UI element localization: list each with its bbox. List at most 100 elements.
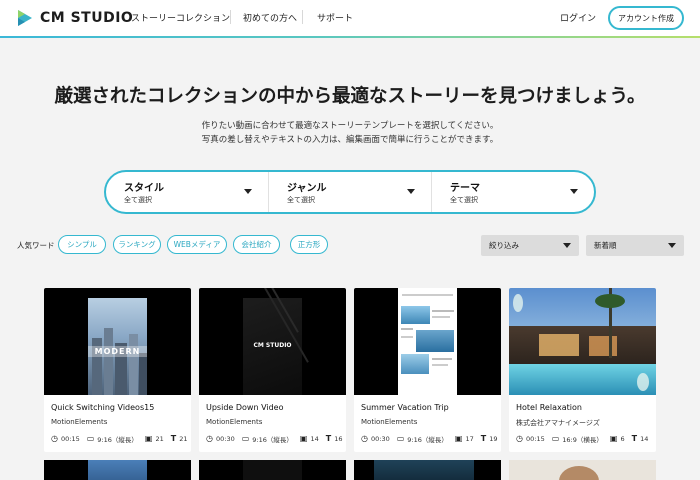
story-card-partial[interactable] — [44, 460, 191, 480]
thumb-caption: MODERN — [88, 346, 147, 357]
story-author: 株式会社アマナイメージズ — [516, 419, 600, 427]
login-link[interactable]: ログイン — [560, 11, 596, 24]
create-account-button[interactable]: アカウント作成 — [608, 6, 684, 30]
story-card-partial[interactable] — [354, 460, 501, 480]
text-icon: T — [325, 434, 332, 443]
refine-dropdown-label: 絞り込み — [489, 241, 519, 250]
text-icon: T — [170, 434, 177, 443]
story-author: MotionElements — [51, 418, 108, 426]
aspect-ratio-icon: ▭ — [241, 434, 250, 443]
hotel-window-glow — [539, 334, 579, 356]
caret-down-icon — [563, 243, 571, 248]
text-count: 21 — [179, 435, 188, 443]
tag-chip-ranking[interactable]: ランキング — [113, 235, 161, 254]
story-title[interactable]: Upside Down Video — [206, 403, 284, 412]
hero-subtitle-line: 作りたい動画に合わせて最適なストーリーテンプレートを選択してください。 — [201, 121, 499, 131]
clock-icon: ◷ — [51, 434, 58, 443]
story-card[interactable]: Hotel Relaxation 株式会社アマナイメージズ ◷ 00:15 ▭ 16… — [509, 288, 656, 452]
ratio-value: 16:9（横長） — [562, 436, 603, 444]
pool-water — [509, 364, 656, 395]
image-icon: ▣ — [454, 434, 463, 443]
caret-down-icon — [407, 189, 415, 194]
dark-video-frame: CM STUDIO — [243, 288, 309, 395]
story-meta: ◷ 00:15 ▭ 16:9（横長） ▣ 6 T 14 — [516, 433, 648, 445]
story-card[interactable]: Summer Vacation Trip MotionElements ◷ 00:… — [354, 288, 501, 452]
story-title[interactable]: Summer Vacation Trip — [361, 403, 449, 412]
genre-select-value: 全て選択 — [287, 196, 315, 204]
story-thumbnail[interactable]: MODERN — [44, 288, 191, 395]
tag-chip-square[interactable]: 正方形 — [290, 235, 328, 254]
clock-icon: ◷ — [361, 434, 368, 443]
story-card[interactable]: MODERN Quick Switching Videos15 MotionEl… — [44, 288, 191, 452]
story-meta: ◷ 00:15 ▭ 9:16（縦長） ▣ 21 T 21 — [51, 433, 187, 445]
clock-icon: ◷ — [206, 434, 213, 443]
thumb-caption: CM STUDIO — [253, 342, 292, 349]
image-icon: ▣ — [609, 434, 618, 443]
ratio-value: 9:16（縦長） — [252, 436, 293, 444]
nav-first-time[interactable]: 初めての方へ — [243, 11, 297, 24]
hero-subtitle-line: 写真の差し替えやテキストの入力は、編集画面で簡単に行うことができます。 — [201, 135, 499, 145]
text-icon: T — [480, 434, 487, 443]
hotel-building — [509, 326, 656, 366]
story-thumbnail[interactable] — [354, 288, 501, 395]
style-select-label: スタイル — [124, 183, 164, 194]
site-header: CM STUDIO ストーリーコレクション 初めての方へ サポート ログイン ア… — [0, 0, 700, 36]
text-count: 14 — [640, 435, 649, 443]
story-author: MotionElements — [361, 418, 418, 426]
story-author: MotionElements — [206, 418, 263, 426]
logo[interactable]: CM STUDIO — [16, 8, 133, 28]
image-icon: ▣ — [144, 434, 153, 443]
logo-mark-icon — [18, 10, 32, 26]
duration-value: 00:30 — [215, 435, 235, 443]
story-meta: ◷ 00:30 ▭ 9:16（縦長） ▣ 17 T 19 — [361, 433, 497, 445]
story-card[interactable]: CM STUDIO Upside Down Video MotionElemen… — [199, 288, 346, 452]
sort-dropdown-label: 新着順 — [594, 241, 617, 250]
story-card-partial[interactable] — [509, 460, 656, 480]
sort-dropdown[interactable]: 新着順 — [586, 235, 684, 256]
clock-icon: ◷ — [516, 434, 523, 443]
caret-down-icon — [244, 189, 252, 194]
duration-value: 00:15 — [60, 435, 80, 443]
image-count: 14 — [310, 435, 319, 443]
caret-down-icon — [668, 243, 676, 248]
text-icon: T — [631, 434, 638, 443]
tag-chip-simple[interactable]: シンプル — [58, 235, 106, 254]
theme-select[interactable]: テーマ 全て選択 — [432, 172, 594, 212]
story-meta: ◷ 00:30 ▭ 9:16（縦長） ▣ 14 T 16 — [206, 433, 342, 445]
theme-select-value: 全て選択 — [450, 196, 478, 204]
nav-divider — [230, 10, 231, 24]
aspect-ratio-icon: ▭ — [86, 434, 95, 443]
story-title[interactable]: Hotel Relaxation — [516, 403, 582, 412]
style-select[interactable]: スタイル 全て選択 — [106, 172, 269, 212]
story-thumbnail[interactable]: CM STUDIO — [199, 288, 346, 395]
nav-divider — [302, 10, 303, 24]
story-thumbnail[interactable] — [509, 288, 656, 395]
city-photo: MODERN — [88, 298, 147, 395]
text-count: 16 — [334, 435, 343, 443]
travel-collage — [398, 288, 457, 395]
ratio-value: 9:16（縦長） — [97, 436, 138, 444]
story-title[interactable]: Quick Switching Videos15 — [51, 403, 154, 412]
genre-select[interactable]: ジャンル 全て選択 — [269, 172, 432, 212]
image-count: 21 — [155, 435, 164, 443]
text-count: 19 — [489, 435, 498, 443]
header-gradient-line — [0, 36, 700, 38]
style-select-value: 全て選択 — [124, 196, 152, 204]
logo-text: CM STUDIO — [40, 10, 134, 26]
duration-value: 00:30 — [370, 435, 390, 443]
image-icon: ▣ — [299, 434, 308, 443]
tag-chip-web-media[interactable]: WEBメディア — [167, 235, 227, 254]
hero-title: 厳選されたコレクションの中から最適なストーリーを見つけましょう。 — [54, 86, 646, 107]
genre-select-label: ジャンル — [287, 183, 327, 194]
nav-support[interactable]: サポート — [317, 11, 353, 24]
aspect-ratio-icon: ▭ — [551, 434, 560, 443]
story-card-partial[interactable] — [199, 460, 346, 480]
ratio-value: 9:16（縦長） — [407, 436, 448, 444]
aspect-ratio-icon: ▭ — [396, 434, 405, 443]
image-count: 6 — [620, 435, 625, 443]
theme-select-label: テーマ — [450, 183, 480, 194]
tag-chip-company-intro[interactable]: 会社紹介 — [233, 235, 280, 254]
refine-dropdown[interactable]: 絞り込み — [481, 235, 579, 256]
nav-story-collection[interactable]: ストーリーコレクション — [131, 11, 230, 24]
story-search-bar: スタイル 全て選択 ジャンル 全て選択 テーマ 全て選択 — [104, 170, 596, 214]
